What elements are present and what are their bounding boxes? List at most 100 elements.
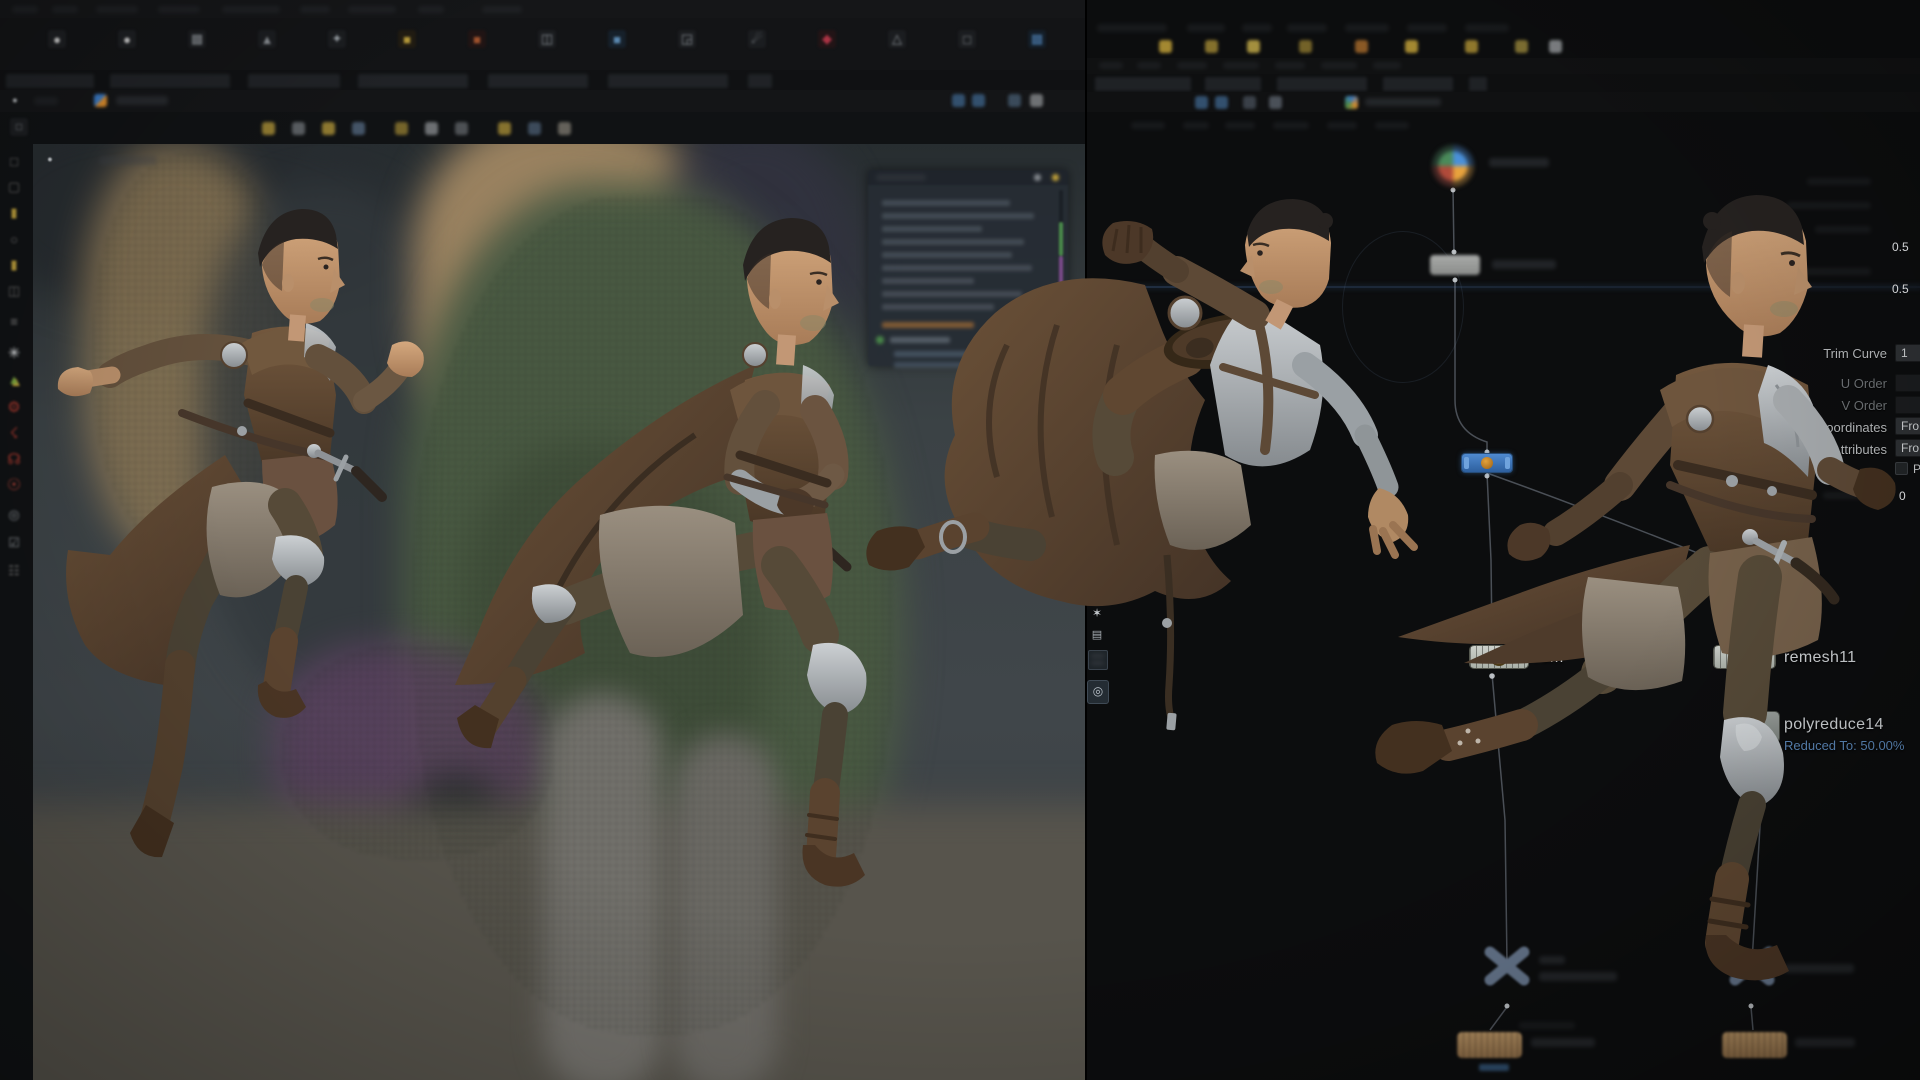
front-thigh <box>1745 577 1760 713</box>
shelf-tool-icon[interactable]: □ <box>958 30 976 48</box>
strip-icon[interactable] <box>262 122 275 135</box>
node-label-blob[interactable] <box>1531 1038 1595 1047</box>
path-icon[interactable] <box>972 94 985 107</box>
tool-icon[interactable]: ☷ <box>5 562 23 580</box>
shelf-tool-icon[interactable]: ■ <box>398 30 416 48</box>
rear-glove-hand <box>1507 523 1550 561</box>
menu-item[interactable] <box>52 6 78 13</box>
jaw-tint <box>310 298 334 312</box>
path-icon[interactable] <box>1008 94 1021 107</box>
menu-item[interactable] <box>158 6 200 13</box>
hair-bun <box>1317 213 1333 229</box>
node-tan-left[interactable] <box>1457 1032 1522 1058</box>
strip-icon[interactable] <box>322 122 335 135</box>
shelf-tab[interactable] <box>608 74 728 88</box>
tool-icon[interactable]: □ <box>5 152 23 170</box>
menu-item[interactable] <box>96 6 138 13</box>
tool-icon[interactable]: ≡ <box>5 312 23 330</box>
panel-pin-icon[interactable] <box>1034 174 1041 181</box>
menu-item[interactable] <box>12 6 38 13</box>
shelf-tool-icon[interactable]: ▩ <box>188 30 206 48</box>
chest-medallion <box>743 343 767 367</box>
asterisk-tool-icon[interactable]: ✳ <box>5 344 23 362</box>
jaw-tint <box>1259 280 1283 294</box>
red-magnet-tool-icon[interactable]: ☉ <box>5 476 23 494</box>
chest-medallion <box>1169 297 1201 329</box>
eye <box>1257 250 1263 256</box>
tool-icon[interactable]: ▢ <box>5 178 23 196</box>
path-icon[interactable] <box>952 94 965 107</box>
tool-icon[interactable]: ▮ <box>5 256 23 274</box>
tool-icon[interactable]: ○ <box>5 230 23 248</box>
shelf-tool-icon[interactable]: ◫ <box>538 30 556 48</box>
menu-item[interactable] <box>348 6 396 13</box>
shelf-tab[interactable] <box>110 74 230 88</box>
shelf-tool-icon[interactable]: △ <box>888 30 906 48</box>
ponytail-nub <box>1703 212 1721 230</box>
shelf-tool-icon[interactable]: ◲ <box>678 30 696 48</box>
strip-icon[interactable] <box>558 122 571 135</box>
node-status-blob <box>1479 1064 1509 1071</box>
shelf-tab[interactable] <box>6 74 94 88</box>
shelf-tool-icon[interactable]: ☄ <box>748 30 766 48</box>
shelf-tool-icon[interactable]: ● <box>118 30 136 48</box>
red-tool-icon[interactable]: ⚙ <box>5 398 23 416</box>
shelf-tool-icon[interactable]: ▩ <box>1028 30 1046 48</box>
path-current-node[interactable] <box>116 96 168 105</box>
strip-icon[interactable]: □ <box>10 118 28 136</box>
menu-bar <box>0 0 1085 18</box>
node-label-blob[interactable] <box>1519 1022 1575 1029</box>
node-label-blob[interactable] <box>1795 1038 1855 1047</box>
node-tan-right[interactable] <box>1722 1032 1787 1058</box>
shelf-tool-icon[interactable]: ◆ <box>818 30 836 48</box>
strip-icon[interactable] <box>528 122 541 135</box>
tool-icon[interactable]: ☑ <box>5 534 23 552</box>
jaw-tint <box>1770 301 1798 317</box>
shelf-tool-icon[interactable]: ✦ <box>328 30 346 48</box>
red-tool-icon[interactable]: ☊ <box>5 450 23 468</box>
finger-line <box>1127 225 1129 253</box>
strip-icon[interactable] <box>455 122 468 135</box>
path-segment[interactable] <box>34 97 58 105</box>
lace-dot <box>1458 741 1463 746</box>
strip-icon[interactable] <box>425 122 438 135</box>
menu-item[interactable] <box>418 6 444 13</box>
strip-icon[interactable] <box>395 122 408 135</box>
strip-icon[interactable] <box>498 122 511 135</box>
shelf-tab[interactable] <box>358 74 468 88</box>
strip-icon[interactable] <box>292 122 305 135</box>
shelf-tab[interactable] <box>488 74 588 88</box>
shelf-tool-icon[interactable]: ■ <box>468 30 486 48</box>
shelf-tab[interactable] <box>748 74 772 88</box>
gray-skirt <box>1155 451 1251 550</box>
menu-item[interactable] <box>300 6 330 13</box>
path-icon[interactable] <box>1030 94 1043 107</box>
shelf-tool-icon[interactable]: ▲ <box>258 30 276 48</box>
eye <box>1789 260 1795 266</box>
triangle-tool-icon[interactable]: ▲ <box>5 370 23 388</box>
tool-icon[interactable]: ▮ <box>5 204 23 222</box>
shelf-tab[interactable] <box>248 74 340 88</box>
strip-icon[interactable] <box>352 122 365 135</box>
viewport-name[interactable] <box>99 156 157 165</box>
menu-item[interactable] <box>482 6 522 13</box>
tool-icon[interactable]: ◎ <box>5 506 23 524</box>
eye <box>324 265 329 270</box>
panel-title <box>876 174 926 181</box>
shelf-tool-icon[interactable]: ● <box>48 30 66 48</box>
panel-close-icon[interactable] <box>1052 174 1059 181</box>
head <box>258 209 345 341</box>
node-subnet-circle[interactable] <box>1432 145 1474 187</box>
eye <box>816 279 822 285</box>
red-tool-icon[interactable]: ☇ <box>5 424 23 442</box>
tool-icon[interactable]: ◫ <box>5 282 23 300</box>
param-row-blob <box>1807 178 1871 185</box>
shelf-tool-icon[interactable]: ■ <box>608 30 626 48</box>
home-icon[interactable]: ● <box>8 93 22 107</box>
neck <box>296 315 298 341</box>
gray-skirt <box>1582 577 1685 690</box>
menu-item[interactable] <box>222 6 280 13</box>
node-label-blob[interactable] <box>1489 158 1549 167</box>
viewport-cam-icon[interactable]: ● <box>43 152 57 166</box>
floating-panel-header[interactable] <box>868 170 1068 185</box>
